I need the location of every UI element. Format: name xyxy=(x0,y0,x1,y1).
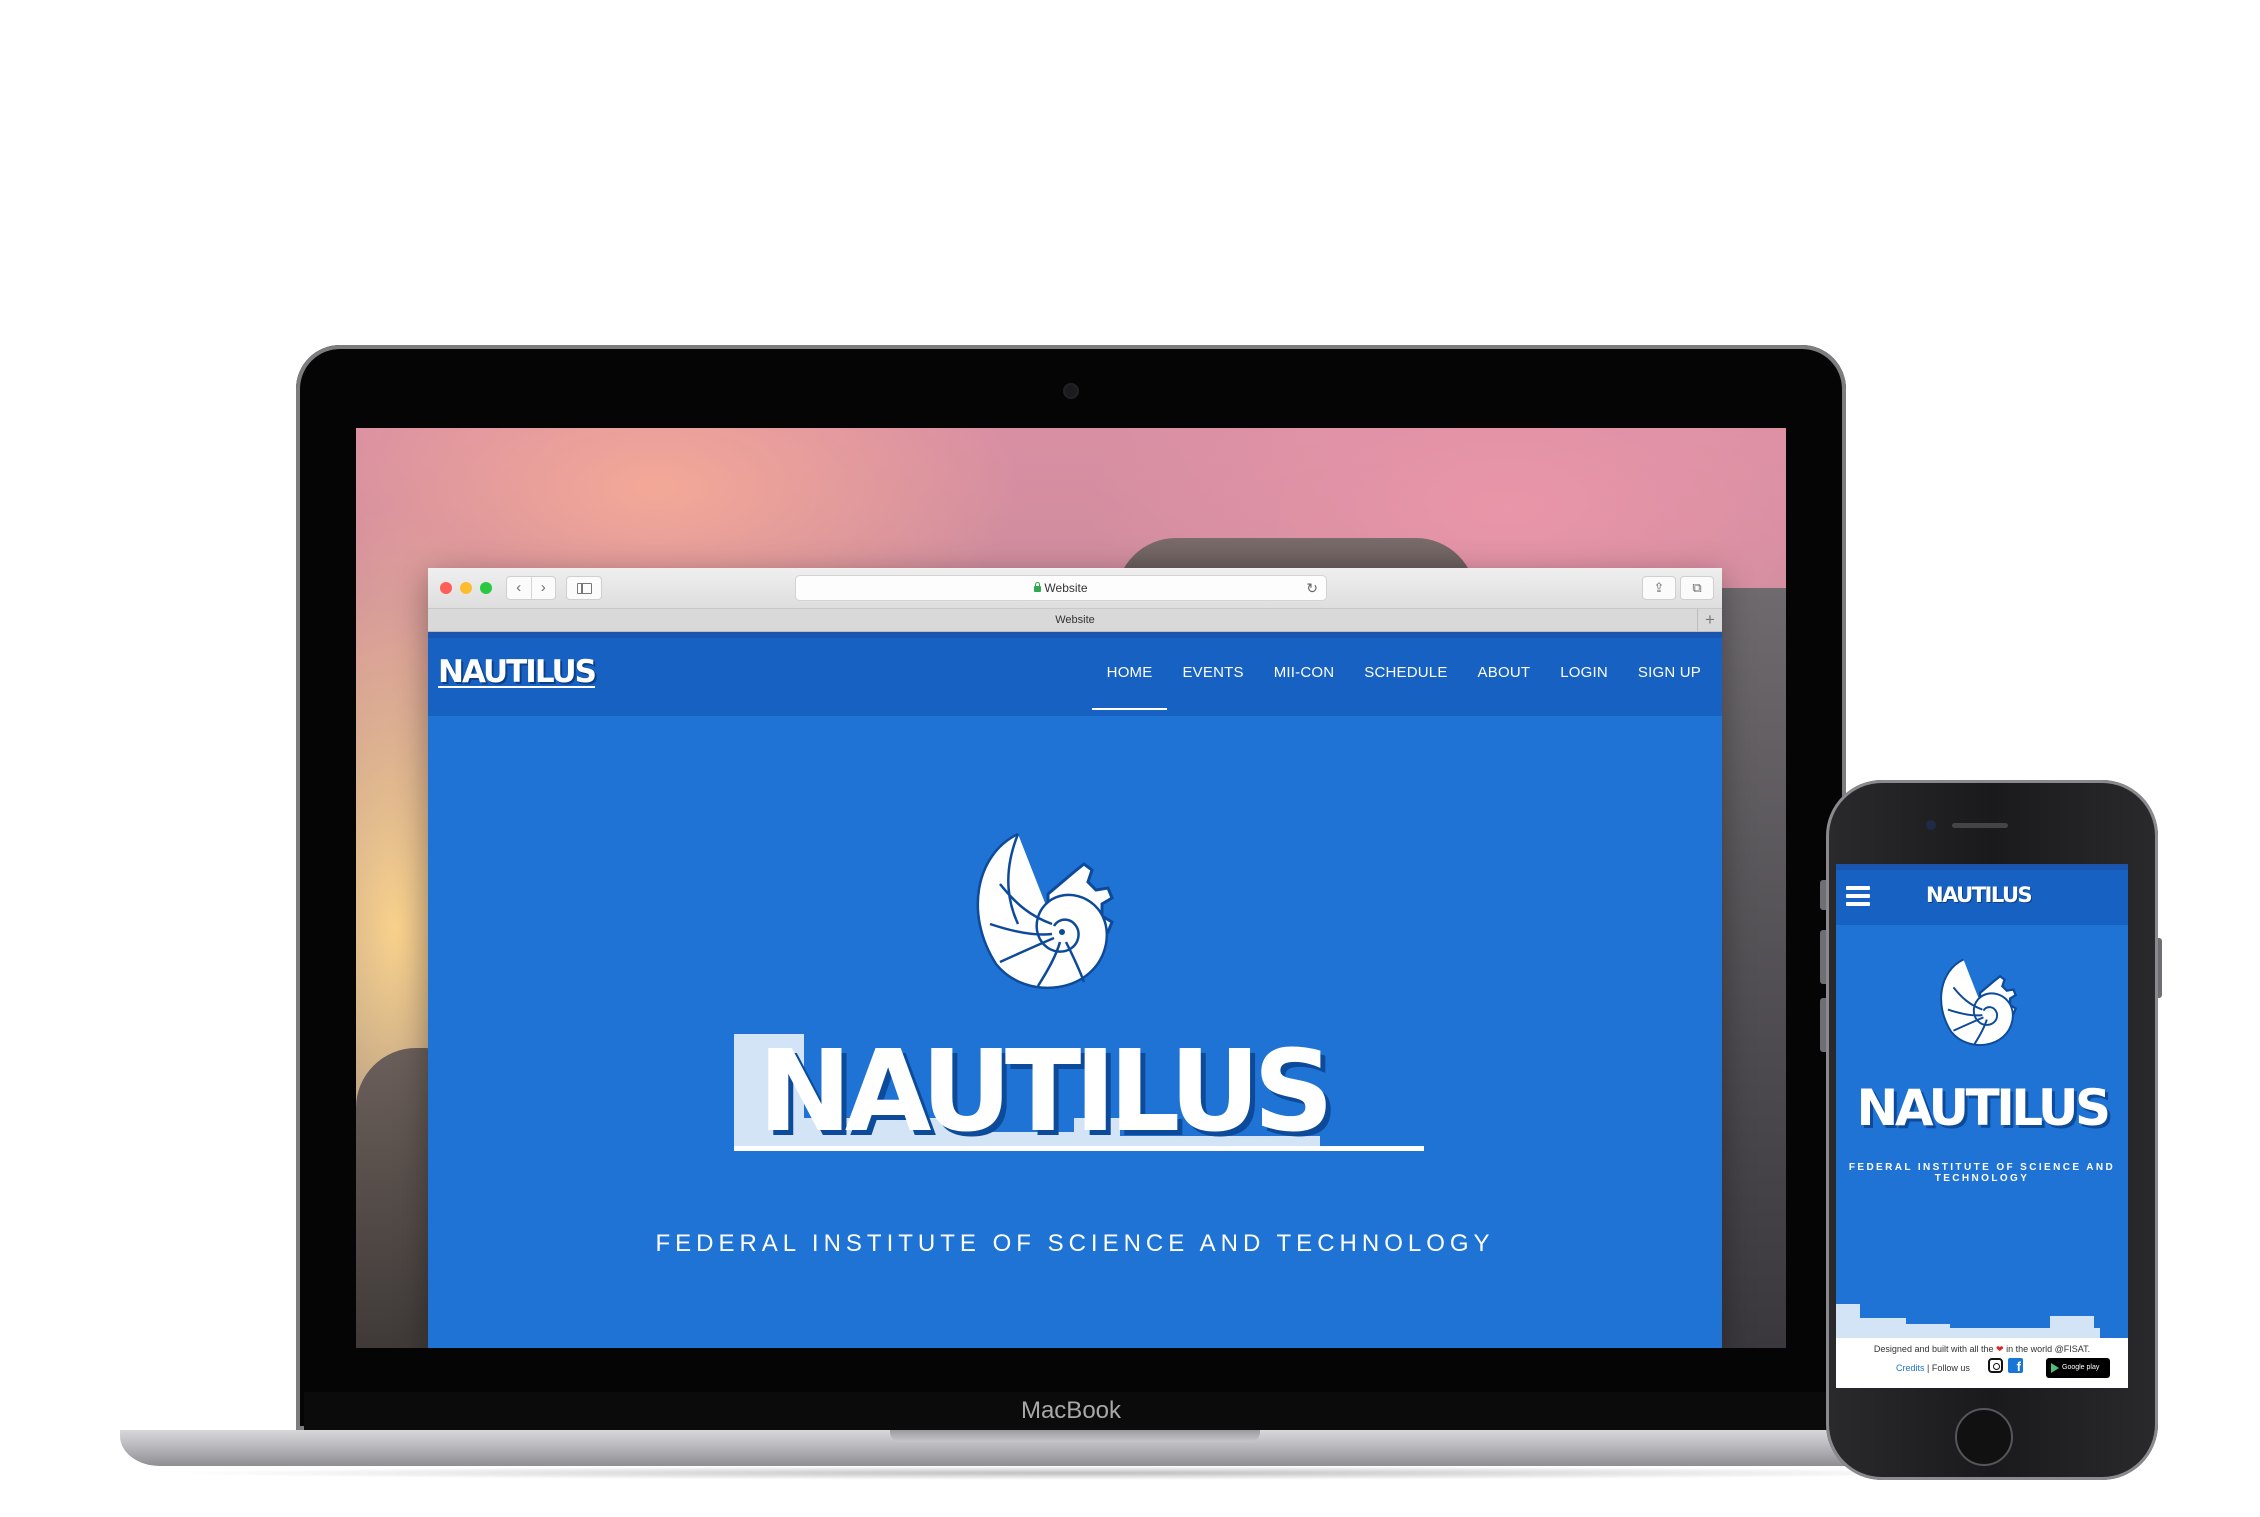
forward-button[interactable]: › xyxy=(530,577,556,599)
footer-links: Credits | Follow us xyxy=(1896,1363,1970,1373)
zoom-window-button[interactable] xyxy=(480,582,492,594)
phone-home-button[interactable] xyxy=(1955,1408,2013,1466)
window-controls xyxy=(440,582,492,594)
phone-site-logo[interactable]: NAUTILUS xyxy=(1926,883,2033,907)
laptop-shadow xyxy=(160,1466,2000,1480)
history-buttons: ‹ › xyxy=(506,576,556,600)
phone-navbar: NAUTILUS xyxy=(1836,864,2128,925)
hero-title-block: NAUTILUS xyxy=(734,1028,1424,1158)
site-navbar: NAUTILUS HOME EVENTS MII-CON SCHEDULE AB… xyxy=(428,632,1722,716)
phone-screen: NAUTILUS NAUTILUS FEDERAL INSTITUTE OF S… xyxy=(1836,864,2128,1388)
menu-schedule[interactable]: SCHEDULE xyxy=(1349,638,1462,710)
phone-footer: Designed and built with all the ❤ in the… xyxy=(1836,1338,2128,1388)
phone-camera xyxy=(1926,820,1936,830)
menu-login[interactable]: LOGIN xyxy=(1545,638,1623,710)
laptop-screen: ‹ › Website ↻ ⇪ ⧉ Website + NAUTILUS HOM… xyxy=(356,428,1786,1348)
tab-title[interactable]: Website xyxy=(1055,614,1095,626)
address-bar[interactable]: Website ↻ xyxy=(795,575,1327,601)
phone-speaker xyxy=(1952,823,2008,828)
minimize-window-button[interactable] xyxy=(460,582,472,594)
show-tabs-button[interactable]: ⧉ xyxy=(1680,576,1714,600)
laptop-hinge xyxy=(890,1430,1260,1442)
hero-subtitle: FEDERAL INSTITUTE OF SCIENCE AND TECHNOL… xyxy=(655,1230,1495,1257)
facebook-icon[interactable]: f xyxy=(2008,1358,2023,1374)
instagram-icon[interactable] xyxy=(1988,1358,2003,1373)
browser-window: ‹ › Website ↻ ⇪ ⧉ Website + NAUTILUS HOM… xyxy=(428,568,1722,1348)
credits-link[interactable]: Credits xyxy=(1896,1363,1925,1373)
address-text: Website xyxy=(1044,581,1088,595)
hamburger-menu-icon[interactable] xyxy=(1846,886,1870,906)
footer-text-prefix: Designed and built with all the xyxy=(1873,1344,1994,1354)
site-menu: HOME EVENTS MII-CON SCHEDULE ABOUT LOGIN… xyxy=(1091,638,1716,710)
laptop-camera xyxy=(1065,385,1077,397)
laptop-bezel-bottom: MacBook xyxy=(304,1392,1838,1430)
site-logo[interactable]: NAUTILUS xyxy=(438,654,597,690)
menu-sign-up[interactable]: SIGN UP xyxy=(1623,638,1716,710)
new-tab-button[interactable]: + xyxy=(1697,609,1722,631)
share-button[interactable]: ⇪ xyxy=(1642,576,1676,600)
menu-events[interactable]: EVENTS xyxy=(1167,638,1258,710)
browser-titlebar: ‹ › Website ↻ ⇪ ⧉ xyxy=(428,568,1722,609)
phone-skyline-graphic xyxy=(1836,1304,2100,1338)
hero-section: NAUTILUS FEDERAL INSTITUTE OF SCIENCE AN… xyxy=(428,716,1722,1348)
laptop-brand-label: MacBook xyxy=(1020,1397,1122,1424)
reload-icon[interactable]: ↻ xyxy=(1306,576,1318,600)
menu-mii-con[interactable]: MII-CON xyxy=(1259,638,1350,710)
google-play-label: Google play xyxy=(2062,1364,2100,1371)
nautilus-shell-icon xyxy=(976,832,1114,990)
hero-title: NAUTILUS xyxy=(758,1027,1334,1157)
phone-hero-subtitle: FEDERAL INSTITUTE OF SCIENCE AND TECHNOL… xyxy=(1848,1162,2116,1184)
tab-bar: Website + xyxy=(428,609,1722,632)
follow-us-label: | Follow us xyxy=(1927,1363,1970,1373)
menu-home[interactable]: HOME xyxy=(1091,638,1168,710)
footer-text-suffix: in the world @FISAT. xyxy=(2006,1344,2091,1354)
sidebar-toggle-button[interactable] xyxy=(566,576,602,600)
heart-icon: ❤ xyxy=(1996,1344,2004,1354)
close-window-button[interactable] xyxy=(440,582,452,594)
phone-nautilus-shell-icon xyxy=(1940,958,2018,1046)
menu-about[interactable]: ABOUT xyxy=(1463,638,1546,710)
footer-credit-line: Designed and built with all the ❤ in the… xyxy=(1836,1344,2128,1355)
google-play-badge[interactable]: Google play xyxy=(2046,1358,2110,1378)
sidebar-icon xyxy=(577,583,592,594)
phone-hero-title: NAUTILUS xyxy=(1856,1079,2111,1137)
back-button[interactable]: ‹ xyxy=(507,577,531,599)
lock-icon xyxy=(1034,582,1042,592)
